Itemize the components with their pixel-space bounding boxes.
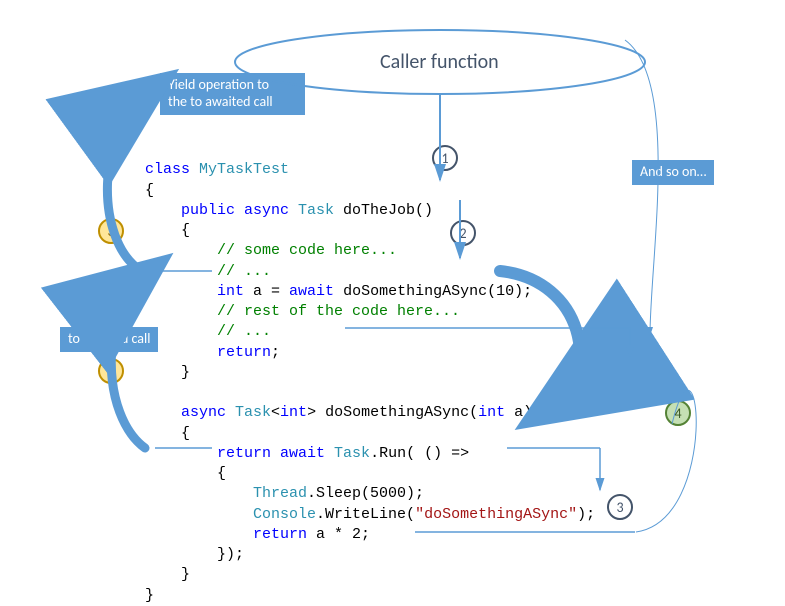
step-3c-circle: 3: [607, 494, 633, 520]
param-rest: a): [505, 404, 532, 421]
sleep: .Sleep(5000);: [307, 485, 424, 502]
wl: .WriteLine(: [316, 506, 415, 523]
type-console: Console: [145, 506, 316, 523]
step-2b-circle: 2: [600, 360, 626, 386]
brace: {: [145, 465, 226, 482]
kw-await1: await: [289, 283, 334, 300]
kw-return3: return: [145, 526, 307, 543]
brace: }: [145, 364, 190, 381]
code-block: class MyTaskTest { public async Task doT…: [145, 140, 595, 606]
type-task2: Task: [226, 404, 271, 421]
comment2: // ...: [145, 263, 271, 280]
step-3a-circle: 3: [98, 218, 124, 244]
assign: a =: [244, 283, 289, 300]
kw-int1: int: [145, 283, 244, 300]
brace: {: [145, 182, 154, 199]
method-sig1: doTheJob(): [334, 202, 433, 219]
brace: });: [145, 546, 244, 563]
to-awaited-label: to awaited call: [60, 327, 158, 352]
class-name: MyTaskTest: [190, 161, 289, 178]
kw-public: public: [145, 202, 235, 219]
comment4: // ...: [145, 323, 271, 340]
semi1: ;: [271, 344, 280, 361]
lt: <: [271, 404, 280, 421]
yield-label: Yield operation to the to awaited call: [160, 73, 305, 115]
and-so-on-label: And so on…: [632, 160, 714, 185]
brace: }: [145, 587, 154, 604]
kw-int3: int: [478, 404, 505, 421]
wl-end: );: [577, 506, 595, 523]
brace: {: [145, 425, 190, 442]
kw-class: class: [145, 161, 190, 178]
kw-return2: return: [145, 445, 271, 462]
kw-return1: return: [145, 344, 271, 361]
step-3b-circle: 3: [98, 358, 124, 384]
type-task3: Task: [325, 445, 370, 462]
brace: {: [145, 222, 190, 239]
type-task1: Task: [289, 202, 334, 219]
kw-await2: await: [271, 445, 325, 462]
comment1: // some code here...: [145, 242, 397, 259]
comment3: // rest of the code here...: [145, 303, 460, 320]
step-4-circle: 4: [665, 400, 691, 426]
method-sig2: > doSomethingASync(: [307, 404, 478, 421]
type-thread: Thread: [145, 485, 307, 502]
expr: a * 2;: [307, 526, 370, 543]
kw-async2: async: [145, 404, 226, 421]
brace: }: [145, 566, 190, 583]
and-so-on-down: [625, 40, 658, 335]
caller-function-title: Caller function: [380, 50, 499, 74]
kw-async1: async: [235, 202, 289, 219]
call1: doSomethingASync(10);: [334, 283, 532, 300]
run-call: .Run( () =>: [370, 445, 469, 462]
kw-int2: int: [280, 404, 307, 421]
string-lit: "doSomethingASync": [415, 506, 577, 523]
